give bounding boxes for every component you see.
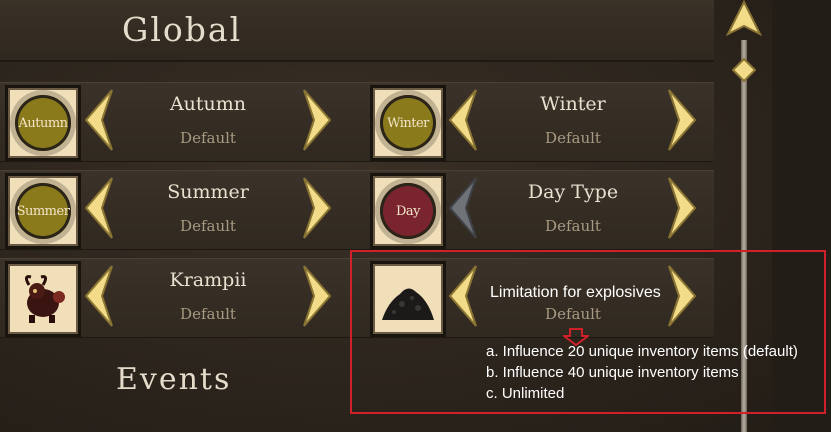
winter-option-icon: Winter [370,85,446,161]
winter-right-arrow-button[interactable] [667,88,699,152]
krampii-option-value: Default [180,305,236,323]
winter-option-title: Winter [540,93,606,115]
autumn-left-arrow-button[interactable] [82,88,114,152]
autumn-seal-icon: Autumn [15,95,71,151]
global-section-title: Global [122,10,243,49]
krampii-left-arrow-button[interactable] [82,264,114,328]
summer-option-value: Default [180,217,236,235]
summer-seal-icon: Summer [15,183,71,239]
scroll-up-arrow-icon[interactable] [724,0,764,38]
events-section-title: Events [116,362,232,397]
summer-left-arrow-button[interactable] [82,176,114,240]
day-type-left-arrow-button[interactable] [446,176,478,240]
scroll-thumb[interactable] [732,58,756,82]
annotation-title: Limitation for explosives [490,284,661,301]
autumn-option-value: Default [180,129,236,147]
krampii-right-arrow-button[interactable] [302,264,334,328]
autumn-option-title: Autumn [169,93,247,115]
summer-option-title: Summer [167,181,249,203]
day-type-option-title: Day Type [527,181,619,203]
global-header-strip [0,0,714,62]
winter-left-arrow-button[interactable] [446,88,478,152]
winter-seal-icon: Winter [380,95,436,151]
autumn-option-icon: Autumn [5,85,81,161]
annotation-line-b: b. Influence 40 unique inventory items [486,364,739,381]
day-type-option-value: Default [545,217,601,235]
summer-option-icon: Summer [5,173,81,249]
winter-option-value: Default [545,129,601,147]
krampus-icon [24,275,65,323]
day-seal-icon: Day [380,183,436,239]
day-type-right-arrow-button[interactable] [667,176,699,240]
krampii-option-title: Krampii [169,269,247,291]
summer-right-arrow-button[interactable] [302,176,334,240]
autumn-right-arrow-button[interactable] [302,88,334,152]
day-type-option-icon: Day [370,173,446,249]
krampii-option-icon [5,261,81,337]
annotation-line-a: a. Influence 20 unique inventory items (… [486,343,798,360]
annotation-line-c: c. Unlimited [486,385,565,402]
